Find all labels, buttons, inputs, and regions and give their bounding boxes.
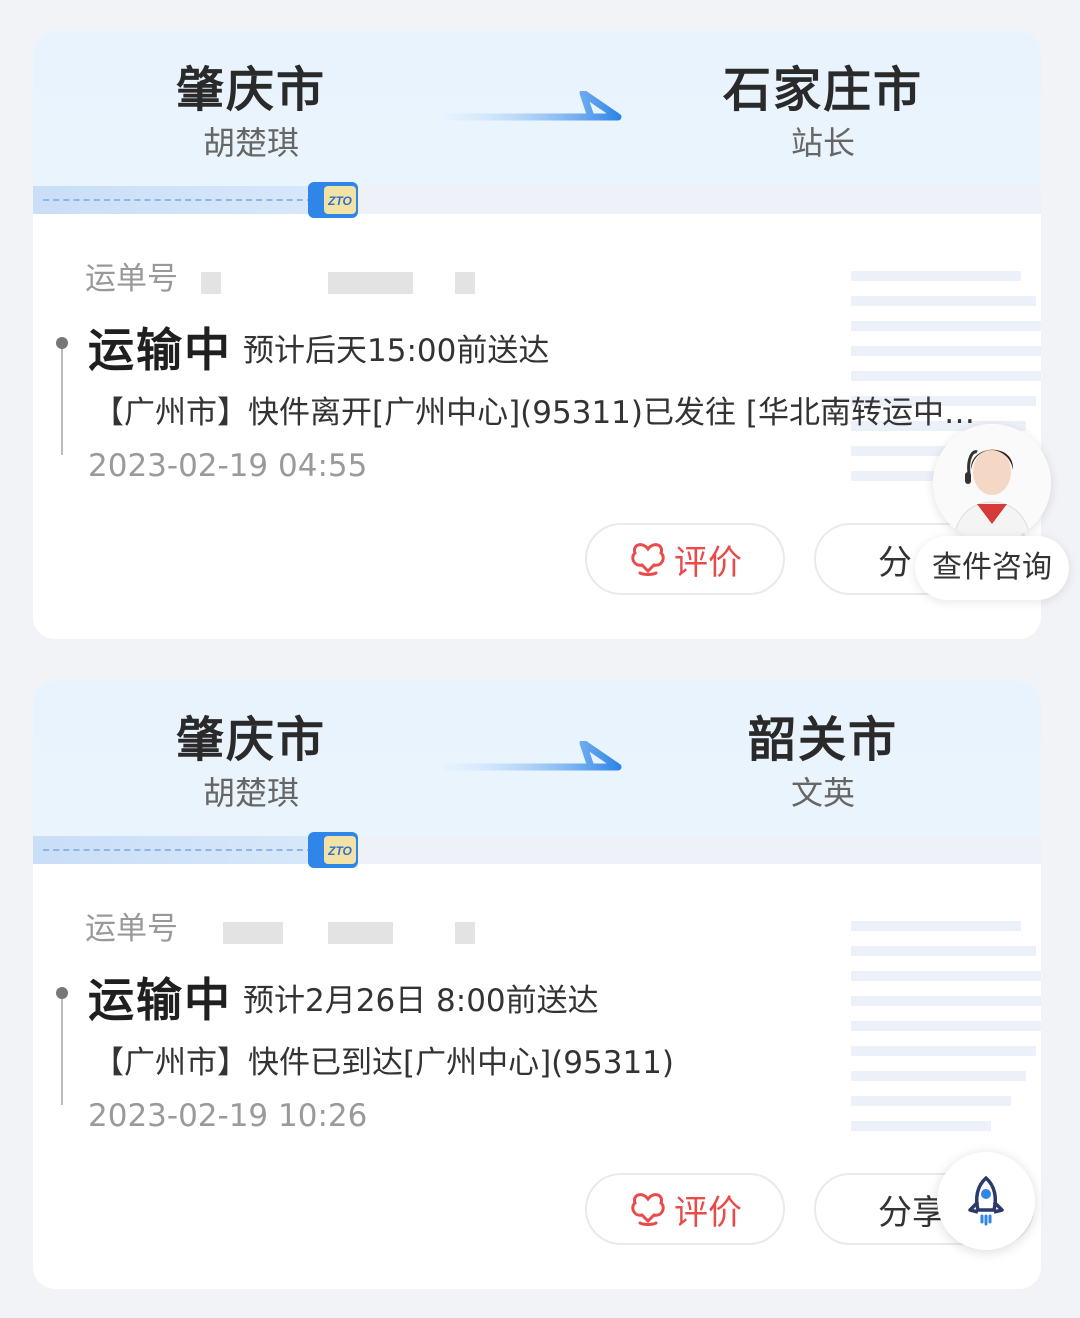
rocket-icon: [968, 1176, 1004, 1226]
sender-block: 肇庆市 胡楚琪: [101, 711, 401, 815]
flower-icon: [631, 543, 665, 576]
receiver-city: 韶关市: [747, 712, 898, 768]
timeline-line: [61, 345, 63, 455]
latest-event[interactable]: 【广州市】快件已到达[广州中心](95311): [93, 1041, 999, 1085]
agent-portrait-icon: [933, 424, 1051, 542]
sender-name: 胡楚琪: [202, 774, 299, 812]
sender-block: 肇庆市 胡楚琪: [101, 61, 401, 165]
progress-track: [33, 836, 1041, 864]
agent-avatar: [933, 424, 1051, 542]
route-arrow-icon: [443, 741, 622, 771]
parcel-card[interactable]: 肇庆市 胡楚琪 韶关市 文英 ZTO 运单号 运输中 预计2月26日 8:00前…: [33, 681, 1041, 1289]
receiver-block: 韶关市 文英: [673, 711, 973, 815]
consult-label: 查件咨询: [915, 536, 1069, 600]
receiver-block: 石家庄市 站长: [673, 61, 973, 165]
share-label: 分: [878, 542, 912, 583]
shipment-status: 运输中: [88, 323, 232, 377]
route-arrow-icon: [443, 91, 622, 121]
carrier-badge: ZTO: [327, 844, 352, 858]
timeline-dot: [56, 337, 68, 349]
delivery-truck-icon: ZTO: [308, 182, 358, 218]
rocket-button[interactable]: [937, 1152, 1035, 1250]
rate-button[interactable]: 评价: [585, 1173, 785, 1245]
receiver-name: 站长: [790, 124, 855, 162]
latest-event[interactable]: 【广州市】快件离开[广州中心](95311)已发往 [华北南转运中…: [93, 391, 999, 435]
delivery-truck-icon: ZTO: [308, 832, 358, 868]
rate-button[interactable]: 评价: [585, 523, 785, 595]
waybill-label: 运单号: [85, 261, 178, 297]
sender-name: 胡楚琪: [202, 124, 299, 162]
waybill-label: 运单号: [85, 911, 178, 947]
receiver-name: 文英: [790, 774, 855, 812]
progress-track: [33, 186, 1041, 214]
waybill-number-redacted: [223, 922, 283, 944]
waybill-number-redacted: [201, 272, 221, 294]
shipment-status: 运输中: [88, 973, 232, 1027]
rate-label: 评价: [674, 1192, 742, 1233]
customer-service-float[interactable]: 查件咨询: [915, 424, 1069, 604]
timeline-line: [61, 995, 63, 1105]
carrier-badge: ZTO: [327, 194, 352, 208]
eta-text: 预计后天15:00前送达: [243, 333, 550, 369]
flower-icon: [631, 1193, 665, 1226]
share-label: 分享: [878, 1192, 946, 1233]
eta-text: 预计2月26日 8:00前送达: [243, 983, 599, 1019]
rate-label: 评价: [674, 542, 742, 583]
event-time: 2023-02-19 04:55: [88, 448, 368, 484]
parcel-card[interactable]: 肇庆市 胡楚琪 石家庄市 站长 ZTO 运单号 运输中 预计后天15:00前送达…: [33, 31, 1041, 639]
watermark-graphic: [851, 921, 1041, 1131]
sender-city: 肇庆市: [175, 712, 326, 768]
timeline-dot: [56, 987, 68, 999]
receiver-city: 石家庄市: [722, 62, 923, 118]
sender-city: 肇庆市: [175, 62, 326, 118]
event-time: 2023-02-19 10:26: [88, 1098, 368, 1134]
